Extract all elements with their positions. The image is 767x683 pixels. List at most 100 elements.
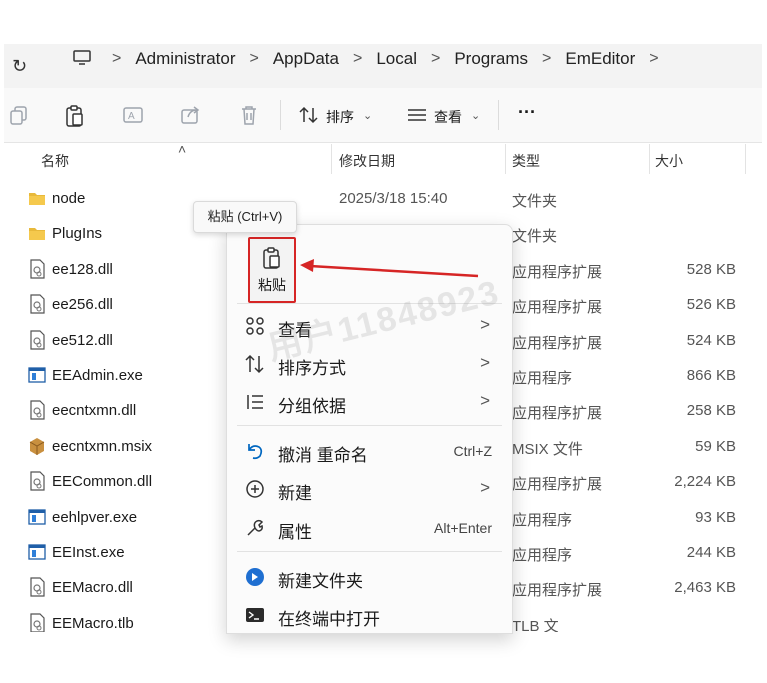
file-type: MSIX 文件 (512, 440, 583, 458)
chevron-right-icon: > (542, 50, 552, 67)
rename-icon[interactable]: A (122, 104, 144, 126)
menu-item-new[interactable]: 新建 > (227, 470, 512, 508)
file-name: ee128.dll (52, 260, 113, 278)
view-list-icon[interactable] (406, 104, 428, 126)
refresh-icon[interactable]: ↻ (12, 56, 27, 77)
menu-item-label: 分组依据 (278, 397, 346, 416)
chevron-right-icon: > (480, 353, 490, 372)
paste-button[interactable]: 粘贴 (248, 237, 296, 303)
more-options-button[interactable]: ··· (518, 102, 536, 123)
breadcrumb: > Administrator > AppData > Local > Prog… (112, 49, 673, 69)
dll-file-icon (28, 294, 46, 314)
exe-file-icon (28, 365, 46, 385)
menu-item-undo-rename[interactable]: 撤消 重命名 Ctrl+Z (227, 432, 512, 470)
file-size: 244 KB (686, 544, 736, 561)
paste-label: 粘贴 (258, 277, 286, 293)
dll-file-icon (28, 577, 46, 597)
breadcrumb-administrator[interactable]: Administrator (135, 49, 235, 69)
menu-item-label: 在终端中打开 (278, 610, 380, 629)
menu-item-properties[interactable]: 属性 Alt+Enter (227, 509, 512, 547)
file-size: 93 KB (695, 508, 736, 526)
shortcut-label: Ctrl+Z (453, 443, 493, 459)
file-row[interactable]: node 2025/3/18 15:40 文件夹 (4, 181, 762, 216)
sort-ascending-icon: ˄ (178, 141, 187, 157)
share-icon[interactable] (180, 104, 202, 126)
column-header-date[interactable]: 修改日期 (339, 151, 395, 171)
column-divider[interactable] (745, 144, 746, 174)
file-name: EEInst.exe (52, 544, 125, 561)
file-type: 文件夹 (512, 193, 558, 210)
file-type: TLB 文 (512, 617, 559, 632)
column-header-size[interactable]: 大小 (655, 151, 683, 171)
menu-divider (237, 551, 502, 552)
file-type: 应用程序 (512, 511, 573, 529)
column-header-name[interactable]: 名称 (41, 151, 69, 171)
chevron-right-icon: > (430, 50, 441, 67)
file-type: 应用程序 (512, 547, 573, 564)
menu-item-label: 新建 (278, 484, 312, 503)
folder-icon (28, 188, 46, 208)
chevron-right-icon[interactable]: > (649, 50, 658, 68)
column-header-type[interactable]: 类型 (512, 151, 540, 171)
svg-text:A: A (128, 111, 135, 122)
copy-icon[interactable] (8, 104, 30, 126)
view-button[interactable]: 查看 (434, 107, 462, 127)
menu-item-group-by[interactable]: 分组依据 > (227, 383, 512, 421)
msix-file-icon (28, 436, 46, 456)
chevron-right-icon: > (480, 391, 490, 410)
column-divider[interactable] (649, 144, 650, 174)
file-name: eecntxmn.dll (52, 402, 137, 420)
file-type: 应用程序 (512, 370, 573, 387)
file-name: PlugIns (52, 225, 103, 243)
command-bar: A 排序 ⌄ 查看 ⌄ ··· (4, 88, 762, 143)
dll-file-icon (28, 613, 46, 632)
column-divider[interactable] (505, 144, 506, 174)
new-plus-icon (246, 480, 264, 498)
file-name: EEMacro.tlb (52, 614, 134, 632)
column-divider[interactable] (331, 144, 332, 174)
this-pc-icon[interactable] (72, 50, 92, 66)
file-type: 应用程序扩展 (512, 263, 603, 281)
file-name: ee512.dll (52, 331, 113, 349)
breadcrumb-emeditor[interactable]: EmEditor (565, 49, 635, 69)
paste-icon[interactable] (64, 104, 86, 128)
sort-button[interactable]: 排序 (326, 107, 354, 127)
dll-file-icon (28, 329, 46, 350)
file-type: 应用程序扩展 (512, 299, 603, 317)
dll-file-icon (28, 471, 46, 491)
paste-tooltip: 粘贴 (Ctrl+V) (193, 201, 297, 233)
undo-icon (248, 444, 263, 460)
file-size: 59 KB (695, 437, 736, 455)
delete-icon[interactable] (238, 104, 260, 126)
file-date-modified: 2025/3/18 15:40 (339, 190, 448, 207)
file-name: EEMacro.dll (52, 579, 133, 597)
breadcrumb-local[interactable]: Local (376, 49, 417, 69)
menu-item-label: 属性 (278, 523, 312, 542)
toolbar-divider (498, 100, 499, 130)
menu-divider (237, 425, 502, 426)
menu-item-open-in-terminal[interactable]: 在终端中打开 (227, 596, 512, 634)
menu-item-new-folder[interactable]: 新建文件夹 (227, 558, 512, 596)
address-bar[interactable]: ↻ > Administrator > AppData > Local > Pr… (4, 44, 762, 88)
file-name: EECommon.dll (52, 473, 153, 491)
terminal-icon (246, 608, 264, 622)
chevron-right-icon: > (249, 50, 259, 67)
menu-item-label: 撤消 重命名 (278, 446, 368, 465)
breadcrumb-programs[interactable]: Programs (454, 49, 528, 69)
chevron-down-icon[interactable]: ⌄ (363, 109, 372, 122)
file-name: eecntxmn.msix (52, 437, 153, 455)
file-type: 应用程序扩展 (512, 405, 603, 423)
sort-icon (245, 354, 264, 374)
file-type: 应用程序扩展 (512, 334, 603, 352)
file-size: 866 KB (686, 367, 736, 384)
sort-icon[interactable] (298, 104, 320, 126)
exe-file-icon (28, 542, 46, 562)
toolbar-divider (280, 100, 281, 130)
breadcrumb-appdata[interactable]: AppData (273, 49, 339, 69)
dll-file-icon (28, 259, 46, 279)
file-size: 528 KB (686, 260, 736, 278)
chevron-right-icon: > (112, 50, 122, 67)
chevron-down-icon[interactable]: ⌄ (471, 109, 480, 122)
dll-file-icon (28, 400, 46, 420)
paste-icon (263, 247, 280, 269)
